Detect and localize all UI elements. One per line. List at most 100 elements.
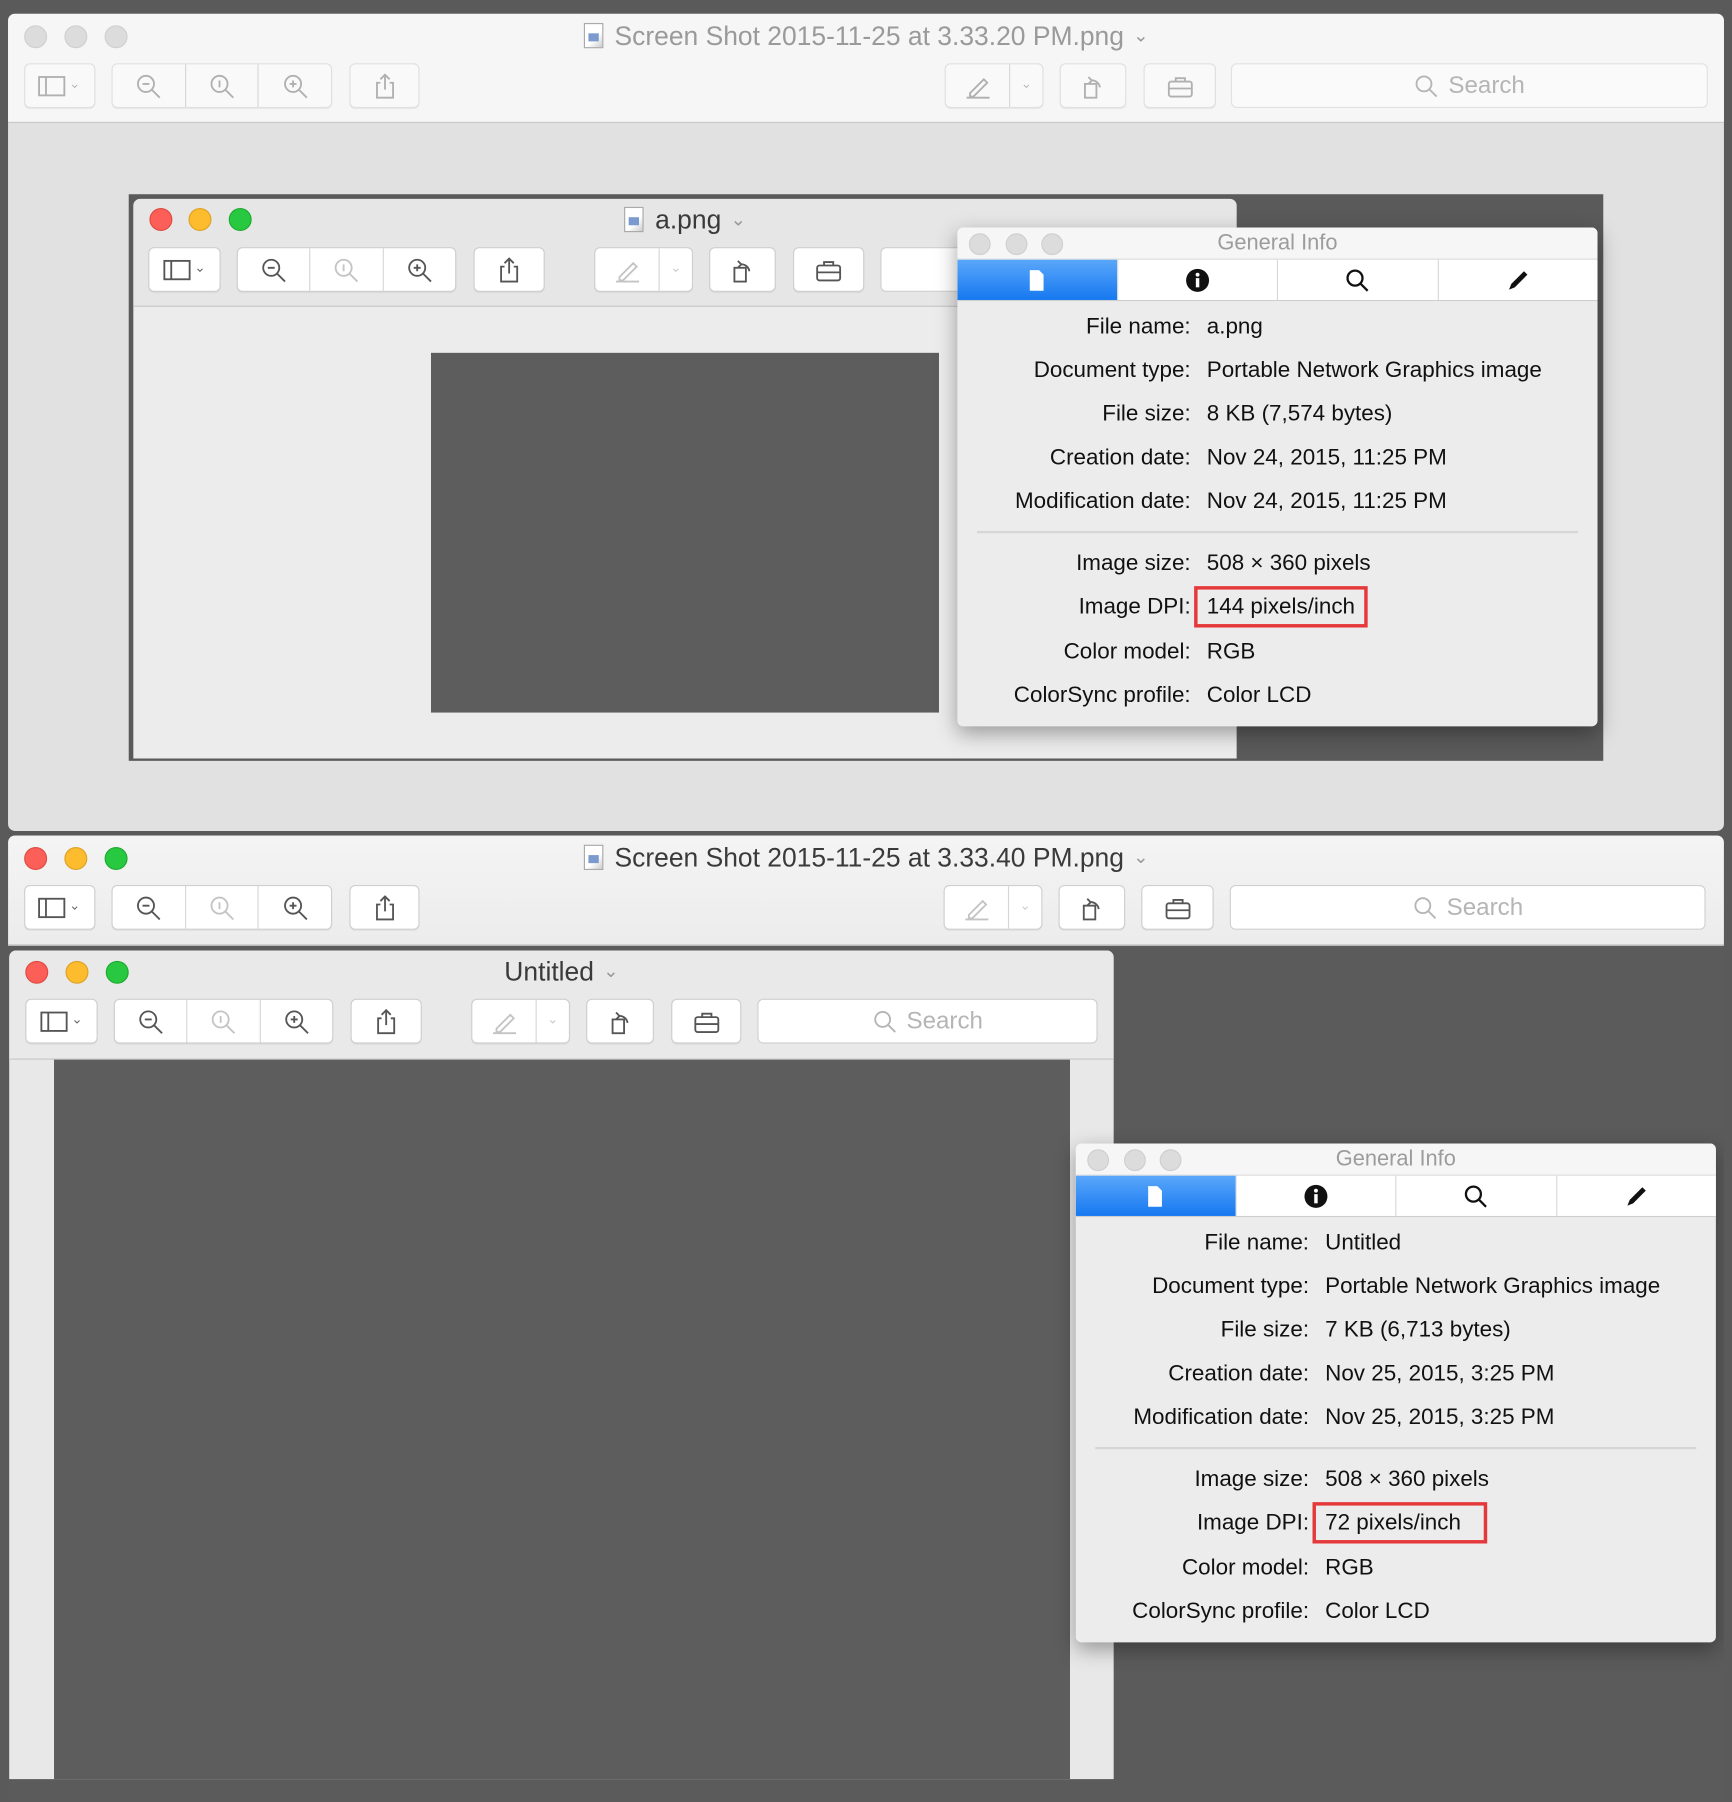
zoom-in-button[interactable] [260,1000,332,1043]
info-label: ColorSync profile: [1132,1598,1310,1624]
toolbox-button[interactable] [793,247,865,292]
info-label: Document type: [1033,357,1191,383]
actual-size-button[interactable] [186,64,259,107]
tab-more-info[interactable] [1118,259,1279,300]
tab-more-info[interactable] [1236,1175,1397,1216]
tab-annotations[interactable] [1438,260,1597,300]
info-value: Search [906,1007,983,1034]
sidebar-icon [161,255,191,285]
share-button[interactable] [349,63,420,109]
zoom-button[interactable] [1041,233,1064,256]
info-row-document-type: Document type: Portable Network Graphics … [1076,1269,1716,1303]
actual-size-button[interactable] [186,886,259,929]
chevron-down-icon [67,71,83,101]
share-icon [369,71,399,101]
zoom-in-icon [280,892,310,922]
toolbox-button[interactable] [1141,884,1214,930]
toolbox-icon [1163,892,1193,922]
share-button[interactable] [350,998,422,1044]
rotate-icon [728,255,758,285]
zoom-out-button[interactable] [113,64,186,107]
zoom-in-button[interactable] [259,64,331,107]
sidebar-button[interactable] [24,63,96,109]
actual-size-button[interactable] [188,999,261,1043]
chevron-down-icon[interactable]: ⌄ [1133,848,1148,868]
info-label: Color model: [1182,1555,1310,1581]
share-icon [369,892,399,922]
search-icon [1346,268,1369,292]
sidebar-button[interactable] [25,998,98,1044]
zoom-button[interactable] [1159,1149,1182,1172]
zoom-out-button[interactable] [113,886,186,929]
pencil-icon [1508,270,1528,290]
info-value: Untitled [504,956,594,987]
rotate-button[interactable] [1059,63,1127,109]
search-input[interactable]: Search [1230,63,1708,109]
markup-button[interactable] [471,998,571,1044]
toolbox-icon [691,1006,721,1036]
rotate-button[interactable] [1058,884,1126,930]
tab-keywords[interactable] [1396,1175,1557,1216]
chevron-down-icon[interactable]: ⌄ [603,962,618,982]
info-label: Image DPI: [1078,594,1191,620]
tab-general-info[interactable] [1075,1175,1237,1216]
zoom-in-icon [404,255,434,285]
tab-annotations[interactable] [1557,1176,1716,1216]
markup-button[interactable] [944,63,1044,109]
close-button[interactable] [1087,1149,1110,1172]
inner-window-untitled: Untitled ⌄ Search [9,950,1114,1780]
toolbox-button[interactable] [1143,63,1216,109]
sidebar-icon [37,71,67,101]
sidebar-button[interactable] [24,884,96,930]
info-row-file-name: File name: Untitled [1076,1225,1716,1259]
info-icon [1185,268,1209,292]
info-value: a.png [655,204,722,235]
markup-button[interactable] [594,247,694,292]
search-icon [1412,895,1437,920]
tab-general-info[interactable] [957,259,1118,300]
info-label: Modification date: [1133,1404,1310,1430]
markup-button[interactable] [943,884,1043,930]
actual-size-icon [209,1006,239,1036]
search-input[interactable]: Search [1229,884,1706,930]
chevron-down-icon [668,255,684,285]
chevron-down-icon[interactable]: ⌄ [730,210,745,230]
search-input[interactable]: Search [757,998,1098,1044]
search-icon [1465,1184,1488,1208]
close-button[interactable] [968,233,991,256]
zoom-in-button[interactable] [383,248,455,291]
chevron-down-icon [545,1006,561,1036]
sidebar-icon [39,1006,69,1036]
rotate-button[interactable] [586,998,654,1044]
sidebar-button[interactable] [148,247,221,292]
share-button[interactable] [349,884,420,930]
zoom-out-icon [136,1006,166,1036]
pencil-icon [1627,1186,1646,1206]
actual-size-button[interactable] [311,248,384,291]
info-row-image-size: Image size: 508 × 360 pixels [957,546,1597,580]
minimize-button[interactable] [1124,1149,1146,1172]
chevron-down-icon [191,255,207,285]
document-icon [583,844,603,871]
toolbox-button[interactable] [671,998,742,1044]
rotate-button[interactable] [709,247,776,292]
info-value: Portable Network Graphics image [1206,357,1542,383]
search-icon [872,1009,897,1034]
info-value: Nov 24, 2015, 11:25 PM [1206,444,1447,471]
info-value: 508 × 360 pixels [1206,550,1371,576]
info-label: File size: [1102,401,1191,427]
info-value: General Info [1335,1147,1456,1172]
info-row-modification-date: Modification date: Nov 24, 2015, 11:25 PM [957,484,1597,518]
info-row-colorsync-profile: ColorSync profile: Color LCD [957,678,1597,712]
info-label: File name: [1204,1229,1310,1256]
zoom-out-button[interactable] [238,248,311,291]
chevron-down-icon[interactable]: ⌄ [1133,26,1148,46]
minimize-button[interactable] [1005,233,1028,256]
share-button[interactable] [473,247,545,292]
zoom-in-button[interactable] [259,886,331,929]
zoom-out-button[interactable] [115,999,188,1043]
info-value: Nov 24, 2015, 11:25 PM [1206,488,1447,514]
panel-titlebar: General Info [1075,1143,1716,1176]
zoom-in-icon [280,71,310,101]
tab-keywords[interactable] [1278,259,1439,300]
